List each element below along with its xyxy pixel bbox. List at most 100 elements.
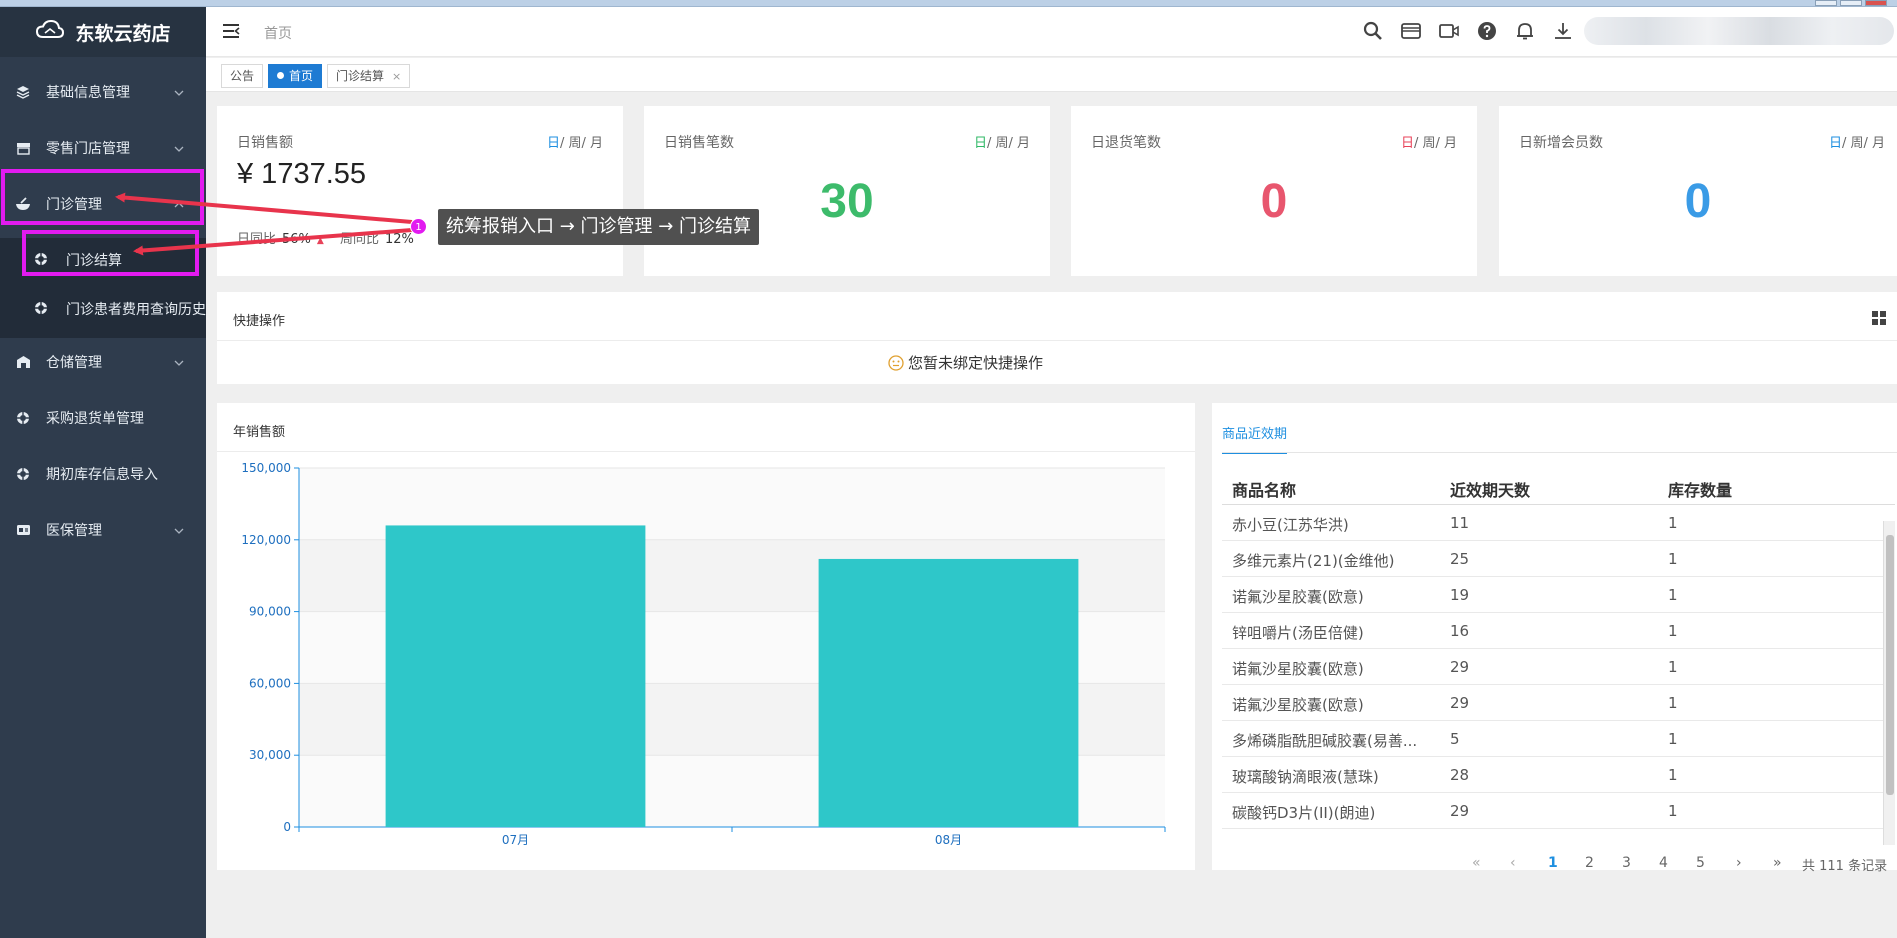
table-row[interactable]: 锌咀嚼片(汤臣倍健) 16 1 (1222, 613, 1895, 649)
period-switch[interactable]: 日/ 周/ 月 (547, 132, 603, 151)
bell-icon[interactable] (1514, 20, 1536, 42)
next-page-button[interactable]: › (1736, 855, 1742, 871)
cloud-icon (35, 19, 65, 45)
period-switch[interactable]: 日/ 周/ 月 (1829, 132, 1885, 151)
tab-label: 门诊结算 (336, 69, 385, 83)
close-window-button[interactable] (1865, 0, 1887, 6)
column-header-days[interactable]: 近效期天数 (1450, 477, 1530, 501)
cell-stock: 1 (1668, 730, 1678, 748)
page-1-button[interactable]: 1 (1548, 855, 1558, 871)
period-switch[interactable]: 日/ 周/ 月 (974, 132, 1030, 151)
table-row[interactable]: 诺氟沙星胶囊(欧意) 19 1 (1222, 577, 1895, 613)
prev-page-button[interactable]: ‹ (1510, 855, 1516, 871)
annual-sales-chart-panel: 年销售额 0 30,000 60,000 90,000 120,000 150,000 07… (217, 403, 1195, 870)
table-row[interactable]: 碳酸钙D3片(II)(朗迪) 29 1 (1222, 793, 1895, 829)
sidebar-subitem-fee-history[interactable]: 门诊患者费用查询历史 (0, 287, 206, 331)
table-row[interactable]: 诺氟沙星胶囊(欧意) 29 1 (1222, 649, 1895, 685)
search-icon[interactable] (1362, 20, 1384, 42)
period-rest[interactable]: / 周/ 月 (1414, 136, 1457, 151)
table-row[interactable]: 诺氟沙星胶囊(欧意) 29 1 (1222, 685, 1895, 721)
sidebar-item-retail-store[interactable]: 零售门店管理 (0, 120, 206, 176)
cell-name: 玻璃酸钠滴眼液(慧珠) (1232, 768, 1379, 786)
page-2-button[interactable]: 2 (1585, 855, 1594, 871)
quick-actions-panel: 快捷操作 您暂未绑定快捷操作 (217, 292, 1897, 384)
chevron-down-icon (174, 354, 184, 370)
grid-icon[interactable] (1872, 310, 1886, 329)
download-icon[interactable] (1552, 20, 1574, 42)
yoy-label: 日同比 (237, 232, 277, 247)
highlight-box-outpatient (1, 169, 204, 225)
menu-toggle-icon[interactable] (222, 23, 240, 43)
sidebar-subitem-label: 门诊患者费用查询历史 (66, 302, 206, 318)
table-row[interactable]: 多维元素片(21)(金维他) 25 1 (1222, 541, 1895, 577)
page-5-button[interactable]: 5 (1696, 855, 1705, 871)
bar-08月 (818, 558, 1079, 827)
period-rest[interactable]: / 周/ 月 (560, 136, 603, 151)
cell-name: 诺氟沙星胶囊(欧意) (1232, 660, 1364, 678)
minimize-button[interactable] (1815, 0, 1837, 6)
stat-title: 日销售笔数 (664, 135, 734, 151)
sidebar: 东软云药店 基础信息管理 零售门店管理 门诊管理 门诊结算 门诊患者费用查询历史… (0, 7, 206, 938)
table-row[interactable]: 赤小豆(江苏华洪) 11 1 (1222, 505, 1895, 541)
scrollbar-thumb[interactable] (1886, 535, 1894, 795)
period-day[interactable]: 日 (974, 136, 987, 151)
tab-label: 公告 (230, 69, 255, 83)
tab-label: 首页 (289, 69, 314, 83)
sidebar-item-label: 基础信息管理 (46, 85, 130, 101)
last-page-button[interactable]: » (1773, 855, 1782, 871)
column-header-name[interactable]: 商品名称 (1232, 477, 1296, 501)
maximize-button[interactable] (1840, 0, 1862, 6)
payment-card-icon[interactable] (1400, 20, 1422, 42)
new-members-value: 0 (1684, 175, 1712, 228)
sidebar-item-basic-info[interactable]: 基础信息管理 (0, 64, 206, 120)
period-switch[interactable]: 日/ 周/ 月 (1401, 132, 1457, 151)
cell-days: 16 (1450, 622, 1470, 640)
breadcrumb[interactable]: 首页 (264, 23, 292, 43)
sidebar-item-purchase-return[interactable]: 采购退货单管理 (0, 390, 206, 446)
column-header-stock[interactable]: 库存数量 (1668, 477, 1732, 501)
table-row[interactable]: 玻璃酸钠滴眼液(慧珠) 28 1 (1222, 757, 1895, 793)
scrollbar[interactable] (1883, 521, 1895, 845)
page-4-button[interactable]: 4 (1659, 855, 1668, 871)
user-info-blurred[interactable] (1584, 17, 1894, 45)
window-title-strip (0, 0, 1897, 7)
y-tick-label: 120,000 (241, 533, 291, 547)
sidebar-item-warehouse[interactable]: 仓储管理 (0, 334, 206, 390)
stat-card-new-members: 日新增会员数 日/ 周/ 月 0 (1499, 106, 1897, 276)
page-3-button[interactable]: 3 (1622, 855, 1631, 871)
y-tick-label: 90,000 (249, 605, 291, 619)
cell-days: 5 (1450, 730, 1460, 748)
tab-home[interactable]: 首页 (268, 64, 323, 88)
cell-days: 25 (1450, 550, 1470, 568)
help-icon[interactable] (1476, 20, 1498, 42)
video-icon[interactable] (1438, 20, 1460, 42)
y-tick-label: 30,000 (249, 748, 291, 762)
period-day[interactable]: 日 (1401, 136, 1414, 151)
sidebar-item-inventory-import[interactable]: 期初库存信息导入 (0, 446, 206, 502)
stat-card-sales-count: 日销售笔数 日/ 周/ 月 30 (644, 106, 1050, 276)
stat-card-return-count: 日退货笔数 日/ 周/ 月 0 (1071, 106, 1477, 276)
tab-expiry[interactable]: 商品近效期 (1222, 423, 1288, 454)
cell-name: 多烯磷脂酰胆碱胶囊(易善... (1232, 732, 1418, 750)
close-icon[interactable]: × (392, 70, 401, 83)
cell-stock: 1 (1668, 802, 1678, 820)
sidebar-item-label: 采购退货单管理 (46, 411, 144, 427)
tab-notice[interactable]: 公告 (221, 64, 264, 88)
cell-name: 赤小豆(江苏华洪) (1232, 516, 1349, 534)
sidebar-item-medical-insurance[interactable]: 医保管理 (0, 502, 206, 558)
period-rest[interactable]: / 周/ 月 (987, 136, 1030, 151)
period-day[interactable]: 日 (547, 136, 560, 151)
bar-07月 (385, 525, 646, 827)
table-row[interactable]: 多烯磷脂酰胆碱胶囊(易善... 5 1 (1222, 721, 1895, 757)
app-logo[interactable]: 东软云药店 (0, 7, 206, 57)
warehouse-icon (14, 353, 32, 371)
first-page-button[interactable]: « (1472, 855, 1481, 871)
period-day[interactable]: 日 (1829, 136, 1842, 151)
empty-text: 您暂未绑定快捷操作 (907, 354, 1043, 372)
period-rest[interactable]: / 周/ 月 (1842, 136, 1885, 151)
top-header: 首页 (206, 7, 1897, 57)
tab-outpatient-settlement[interactable]: 门诊结算 × (327, 64, 411, 88)
x-tick-label: 07月 (502, 833, 529, 847)
stat-title: 日新增会员数 (1519, 135, 1603, 151)
total-records: 共 111 条记录 (1802, 859, 1888, 874)
